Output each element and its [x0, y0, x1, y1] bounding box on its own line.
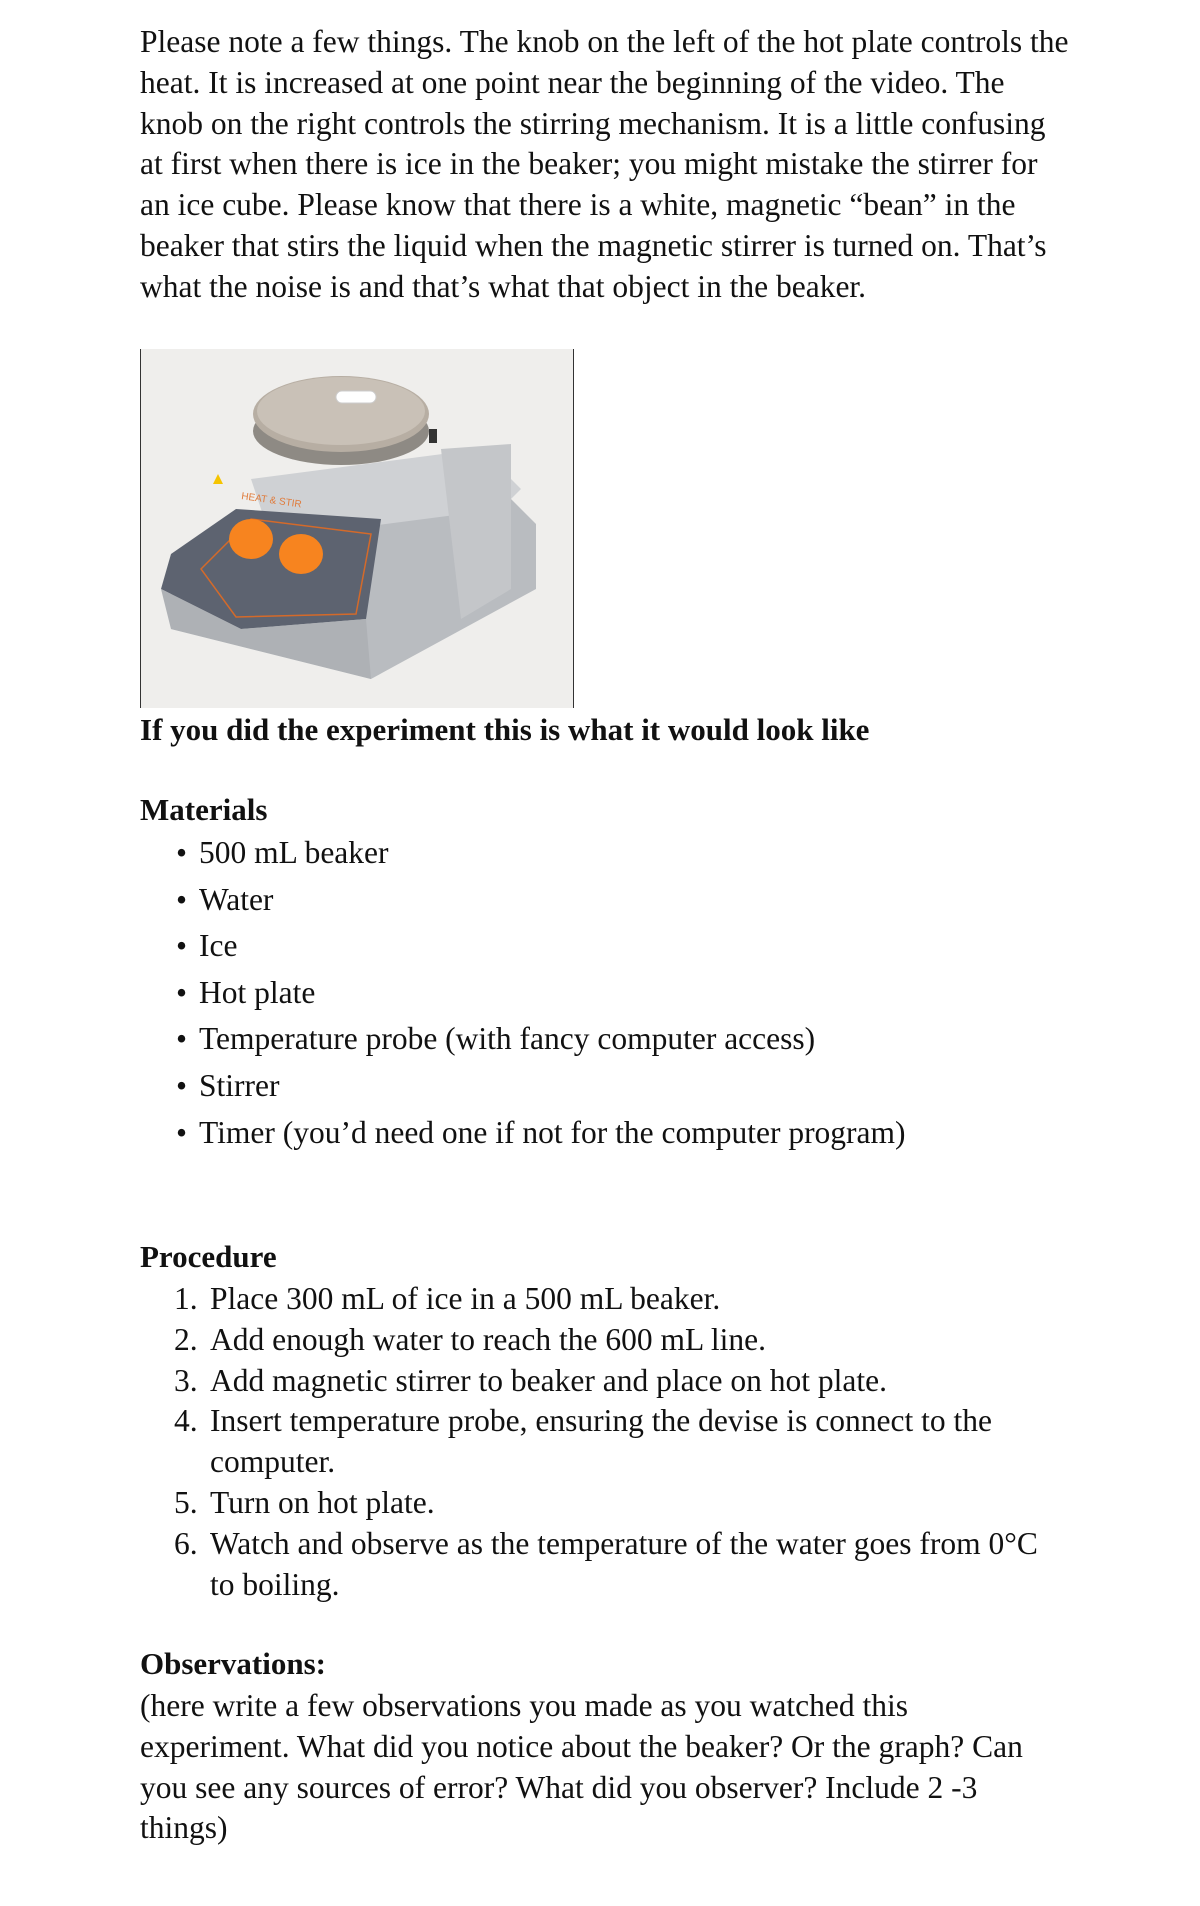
step-number: 6. — [174, 1525, 198, 1561]
procedure-step: 3. Add magnetic stirrer to beaker and pla… — [140, 1361, 1060, 1402]
list-item-text: Stirrer — [199, 1067, 280, 1103]
heat-knob — [229, 519, 273, 559]
procedure-heading: Procedure — [140, 1239, 277, 1274]
list-item-text: Water — [199, 881, 274, 917]
hot-plate-stirrer-photo: HEAT & STIR — [140, 349, 574, 708]
bullet-icon: • — [176, 974, 188, 1010]
step-text: Watch and observe as the temperature of … — [210, 1525, 1038, 1602]
bullet-icon: • — [176, 1067, 188, 1103]
step-number: 4. — [174, 1403, 198, 1439]
observations-prompt: (here write a few observations you made … — [140, 1688, 1023, 1846]
list-item: • 500 mL beaker — [140, 832, 906, 879]
procedure-step: 5. Turn on hot plate. — [140, 1483, 1060, 1524]
procedure-list: 1. Place 300 mL of ice in a 500 mL beaker… — [140, 1279, 1060, 1605]
step-text: Turn on hot plate. — [210, 1484, 435, 1520]
bullet-icon: • — [176, 928, 188, 964]
step-number: 2. — [174, 1321, 198, 1357]
step-number: 1. — [174, 1281, 198, 1316]
bullet-icon: • — [176, 835, 188, 870]
list-item: • Hot plate — [140, 972, 906, 1019]
bullet-icon: • — [176, 881, 188, 917]
intro-paragraph: Please note a few things. The knob on th… — [140, 24, 1069, 304]
bullet-icon: • — [176, 1114, 188, 1150]
step-text: Add magnetic stirrer to beaker and place… — [210, 1362, 887, 1398]
list-item: • Ice — [140, 925, 906, 972]
list-item-text: 500 mL beaker — [199, 835, 389, 870]
observations-heading: Observations: — [140, 1646, 326, 1681]
step-text: Add enough water to reach the 600 mL lin… — [210, 1321, 767, 1357]
materials-heading: Materials — [140, 792, 268, 827]
bullet-icon: • — [176, 1021, 188, 1057]
list-item: • Water — [140, 879, 906, 926]
list-item-text: Timer (you’d need one if not for the com… — [199, 1114, 906, 1150]
step-number: 5. — [174, 1484, 198, 1520]
materials-list: • 500 mL beaker • Water • Ice • Hot plate • T… — [140, 832, 906, 1158]
procedure-step: 2. Add enough water to reach the 600 mL l… — [140, 1320, 1060, 1361]
list-item: • Stirrer — [140, 1065, 906, 1112]
stir-knob — [279, 534, 323, 574]
photo-caption: If you did the experiment this is what i… — [140, 712, 870, 747]
procedure-step: 4. Insert temperature probe, ensuring the… — [140, 1401, 1060, 1483]
step-text: Place 300 mL of ice in a 500 mL beaker. — [210, 1281, 721, 1316]
list-item-text: Hot plate — [199, 974, 316, 1010]
step-text: Insert temperature probe, ensuring the d… — [210, 1403, 992, 1480]
hot-plate-illustration: HEAT & STIR — [161, 376, 536, 679]
step-number: 3. — [174, 1362, 198, 1398]
procedure-step: 6. Watch and observe as the temperature o… — [140, 1524, 1060, 1606]
list-item: • Timer (you’d need one if not for the co… — [140, 1112, 906, 1159]
list-item-text: Temperature probe (with fancy computer a… — [199, 1021, 816, 1057]
list-item: • Temperature probe (with fancy computer … — [140, 1018, 906, 1065]
list-item-text: Ice — [199, 928, 238, 964]
procedure-step: 1. Place 300 mL of ice in a 500 mL beaker… — [140, 1279, 1060, 1320]
